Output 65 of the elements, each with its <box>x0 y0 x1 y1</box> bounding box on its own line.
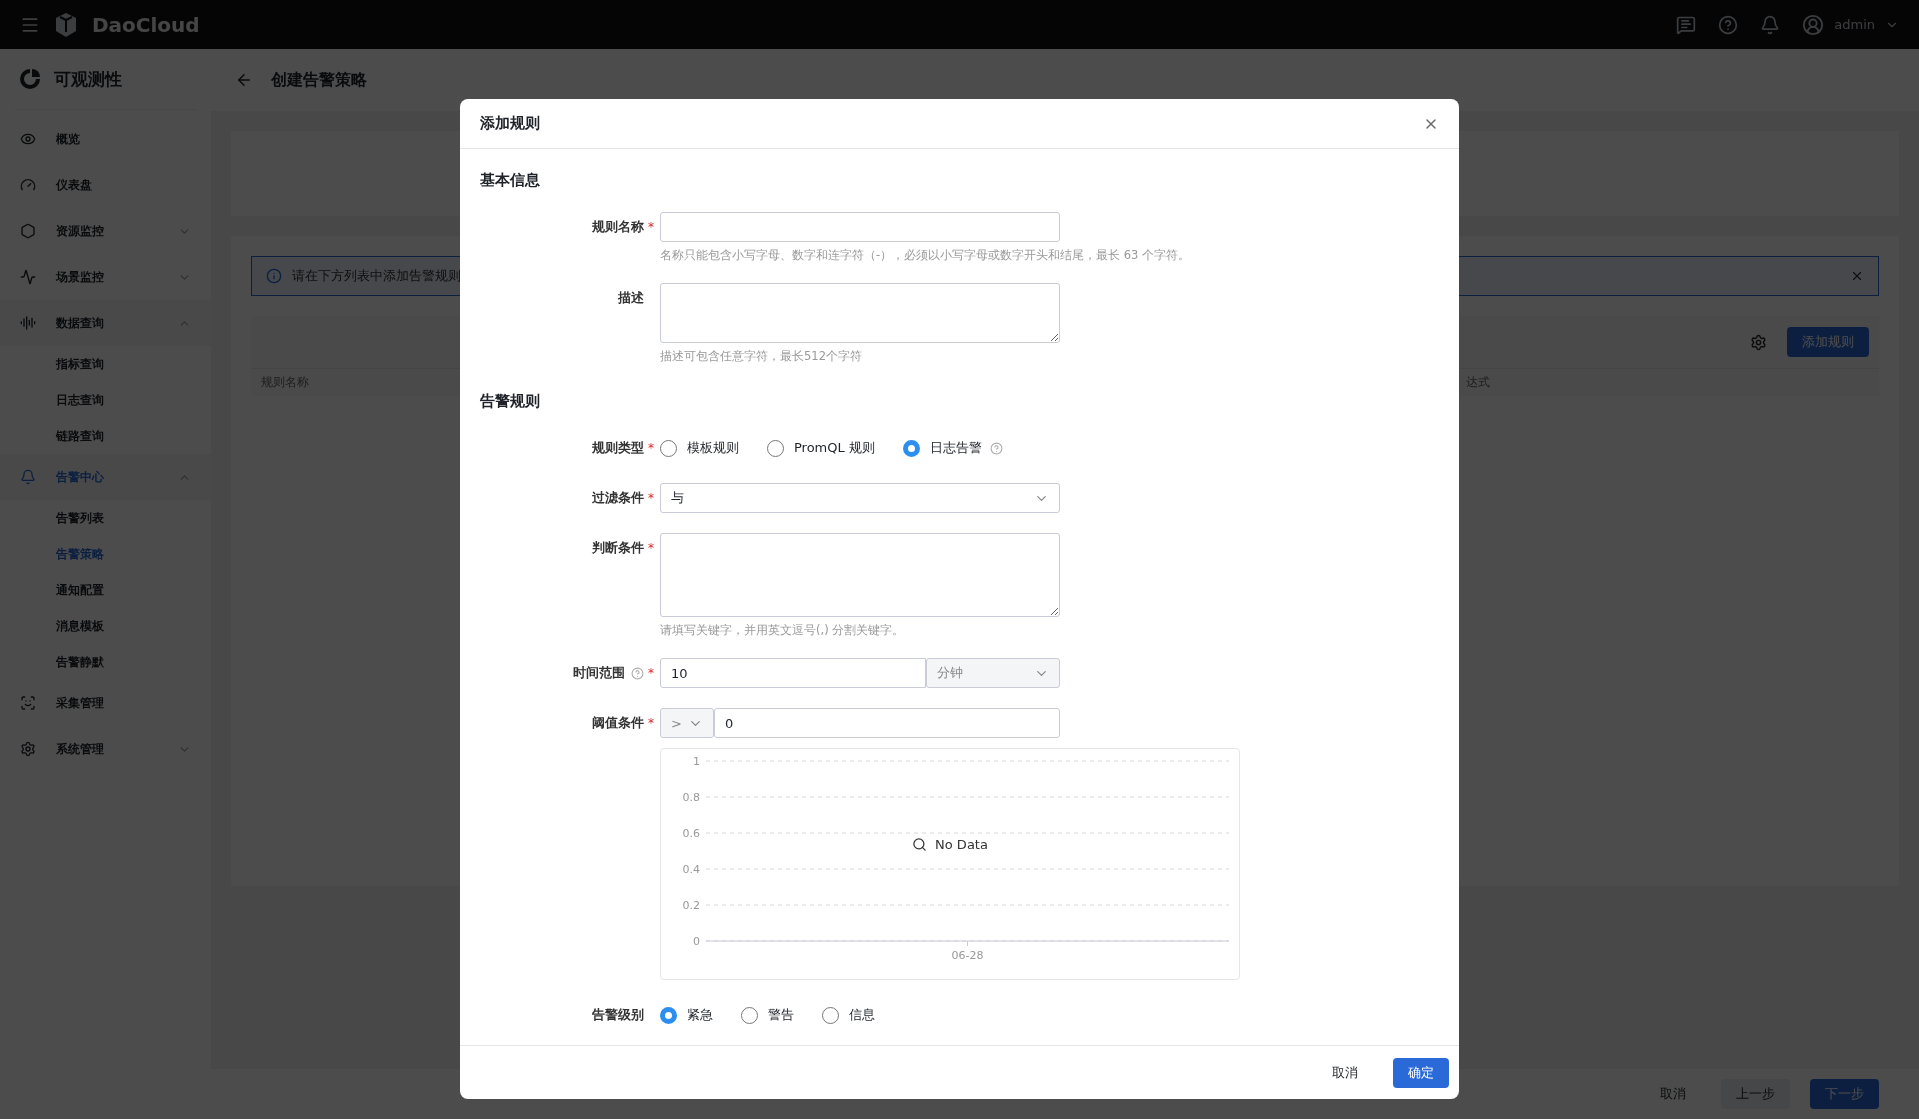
field-label: 判断条件 <box>592 539 644 557</box>
sidebar-subitem[interactable]: 链路查询 <box>0 418 211 454</box>
search-icon <box>912 837 928 852</box>
empty-chart-text: No Data <box>935 837 988 852</box>
required-mark: * <box>648 441 654 455</box>
required-mark: * <box>648 716 654 730</box>
hint-text: 名称只能包含小写字母、数字和连字符（-），必须以小写字母或数字开头和结尾，最长 63 个字符。 <box>660 248 1191 263</box>
radio-button[interactable] <box>822 1006 839 1024</box>
radio-button[interactable] <box>660 439 677 457</box>
radio-button[interactable] <box>902 439 920 457</box>
number-input[interactable]: 10 <box>660 658 926 688</box>
radio-label: 紧急 <box>687 1006 713 1024</box>
field-label: 阈值条件 <box>592 714 644 732</box>
y-tick-label: 0.8 <box>682 791 700 804</box>
textarea-field[interactable] <box>660 533 1060 617</box>
sidebar-subitem[interactable]: 告警静默 <box>0 644 211 680</box>
section-title: 告警规则 <box>480 391 541 412</box>
section-title: 基本信息 <box>480 170 541 191</box>
app-title: 可观测性 <box>54 67 122 91</box>
sidebar-subitem[interactable]: 告警列表 <box>0 500 211 536</box>
radio-label: 模板规则 <box>687 439 739 457</box>
alert-text: 请在下方列表中添加告警规则 <box>292 267 462 285</box>
required-mark: * <box>648 666 654 680</box>
radio-button[interactable] <box>767 439 784 457</box>
field-label: 规则类型 <box>592 439 644 457</box>
sidebar-subitem[interactable]: 通知配置 <box>0 572 211 608</box>
textarea-field[interactable] <box>660 283 1060 343</box>
cancel-button[interactable]: 取消 <box>1645 1079 1701 1109</box>
required-mark: * <box>648 491 654 505</box>
field-label: 告警级别 <box>592 1006 644 1024</box>
sidebar-subitem[interactable]: 日志查询 <box>0 382 211 418</box>
y-tick-label: 0 <box>693 935 700 948</box>
required-mark: * <box>648 541 654 555</box>
radio-label: 警告 <box>768 1006 794 1024</box>
x-tick-label: 06-28 <box>951 949 984 962</box>
y-tick-label: 1 <box>693 755 700 768</box>
required-mark: * <box>648 220 654 234</box>
sidebar-subitem[interactable]: 指标查询 <box>0 346 211 382</box>
help-icon <box>631 666 644 680</box>
field-label: 规则名称 <box>592 218 644 236</box>
number-input[interactable]: 0 <box>714 708 1060 738</box>
unit-select[interactable]: 分钟 <box>926 658 1060 688</box>
field-label: 时间范围 <box>573 664 625 682</box>
hint-text: 请填写关键字，并用英文逗号(,) 分割关键字。 <box>660 623 906 638</box>
field-label: 过滤条件 <box>592 489 644 507</box>
select-field[interactable]: 与 <box>660 483 1060 513</box>
y-tick-label: 0.6 <box>682 827 700 840</box>
hint-text: 描述可包含任意字符，最长512个字符 <box>660 349 863 364</box>
radio-label: PromQL 规则 <box>794 439 875 457</box>
confirm-button[interactable]: 确定 <box>1393 1057 1449 1088</box>
radio-button[interactable] <box>741 1006 758 1024</box>
page-title: 创建告警策略 <box>271 69 367 91</box>
cancel-button[interactable]: 取消 <box>1317 1057 1373 1088</box>
y-tick-label: 0.2 <box>682 899 700 912</box>
field-label: 描述 <box>618 289 644 307</box>
radio-button[interactable] <box>660 1006 677 1024</box>
operator-select[interactable]: > <box>660 708 714 738</box>
radio-label: 日志告警 <box>929 439 982 457</box>
y-tick-label: 0.4 <box>682 863 700 876</box>
brand-name: DaoCloud <box>92 12 200 37</box>
sidebar-subitem[interactable]: 消息模板 <box>0 608 211 644</box>
text-input[interactable] <box>660 212 1060 242</box>
sidebar-subitem[interactable]: 告警策略 <box>0 536 211 572</box>
dialog-title: 添加规则 <box>480 114 540 133</box>
radio-label: 信息 <box>849 1006 875 1024</box>
